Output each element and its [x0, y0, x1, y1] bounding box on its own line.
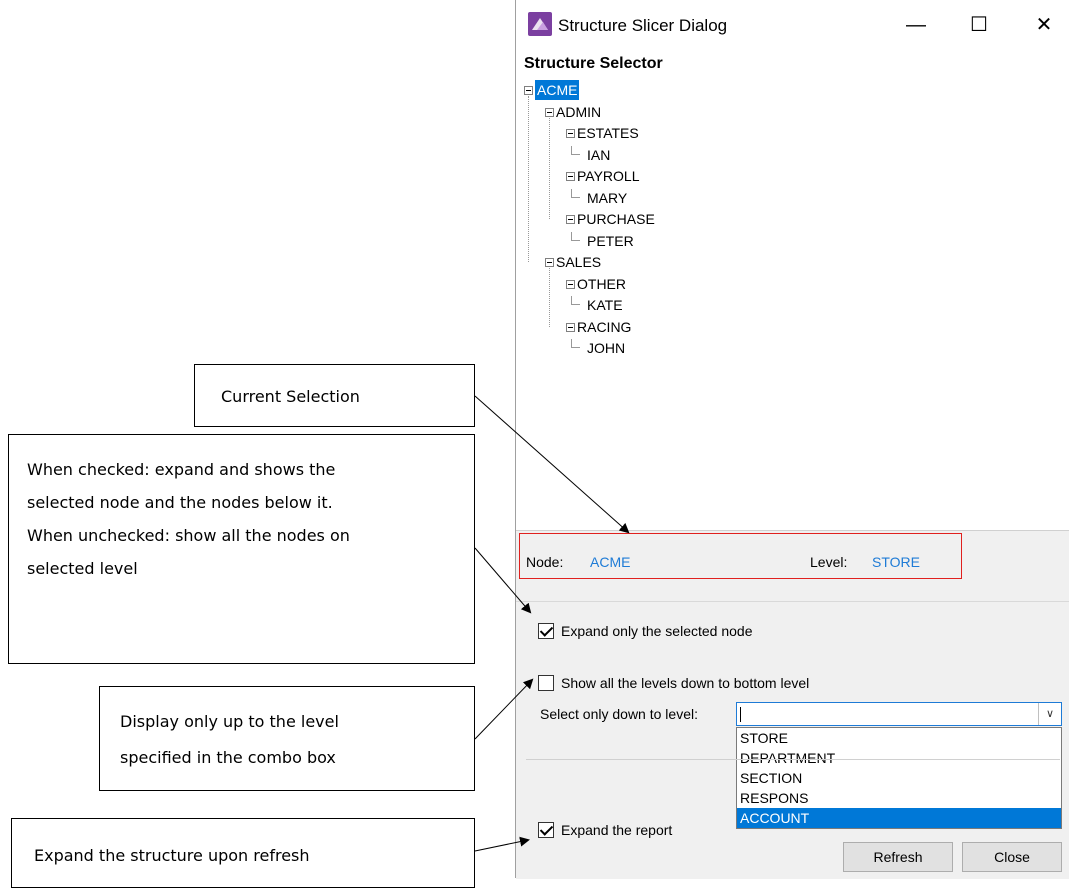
- arrow: [474, 395, 630, 534]
- arrow: [474, 836, 530, 852]
- arrow: [474, 678, 534, 740]
- callout-arrows: [474, 395, 630, 852]
- arrow: [474, 547, 532, 614]
